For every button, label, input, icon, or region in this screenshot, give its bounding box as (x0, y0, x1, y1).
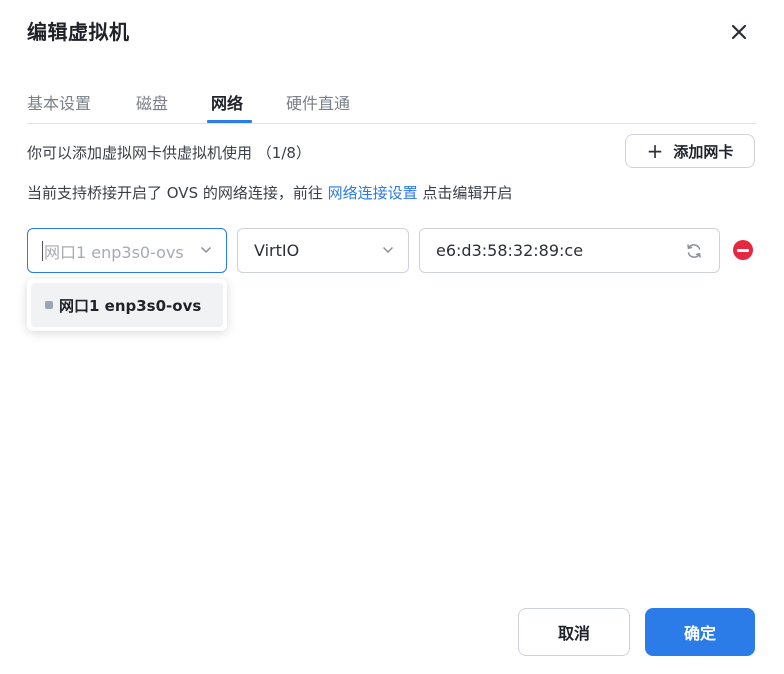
ovs-hint-text-before: 当前支持桥接开启了 OVS 的网络连接，前往 (27, 184, 328, 202)
chevron-down-icon (200, 246, 212, 254)
mac-address-value: e6:d3:58:32:89:ce (436, 241, 584, 260)
model-select[interactable]: VirtIO (237, 228, 409, 273)
nic-count-hint: 你可以添加虚拟网卡供虚拟机使用 （1/8） (27, 144, 311, 162)
tab-network[interactable]: 网络 (211, 90, 243, 114)
dropdown-option-label: 网口1 enp3s0-ovs (59, 296, 202, 315)
interface-dropdown: 网口1 enp3s0-ovs (27, 279, 227, 331)
add-nic-label: 添加网卡 (673, 142, 734, 161)
cancel-button[interactable]: 取消 (518, 608, 630, 656)
refresh-icon[interactable] (685, 242, 703, 260)
ovs-hint: 当前支持桥接开启了 OVS 的网络连接，前往 网络连接设置 点击编辑开启 (27, 182, 512, 203)
confirm-button[interactable]: 确定 (645, 608, 755, 656)
tab-basic-settings[interactable]: 基本设置 (27, 90, 91, 114)
text-cursor (42, 241, 43, 261)
add-nic-button[interactable]: + 添加网卡 (625, 134, 755, 168)
option-marker-icon (45, 301, 53, 309)
tab-bar: 基本设置 磁盘 网络 硬件直通 (27, 88, 756, 124)
active-tab-indicator (207, 120, 252, 123)
network-settings-link[interactable]: 网络连接设置 (328, 184, 418, 202)
mac-address-input[interactable]: e6:d3:58:32:89:ce (419, 228, 720, 273)
ovs-hint-text-after: 点击编辑开启 (417, 184, 513, 202)
remove-nic-icon[interactable] (733, 240, 753, 260)
model-value: VirtIO (254, 241, 300, 260)
interface-select[interactable]: 网口1 enp3s0-ovs (27, 228, 227, 273)
tab-disk[interactable]: 磁盘 (136, 90, 168, 114)
tab-hardware-passthrough[interactable]: 硬件直通 (286, 90, 350, 114)
close-icon[interactable] (728, 21, 750, 43)
plus-icon: + (646, 139, 664, 163)
dialog-title: 编辑虚拟机 (27, 20, 130, 44)
chevron-down-icon (382, 246, 394, 254)
interface-placeholder: 网口1 enp3s0-ovs (44, 242, 184, 262)
dropdown-option[interactable]: 网口1 enp3s0-ovs (31, 283, 223, 327)
